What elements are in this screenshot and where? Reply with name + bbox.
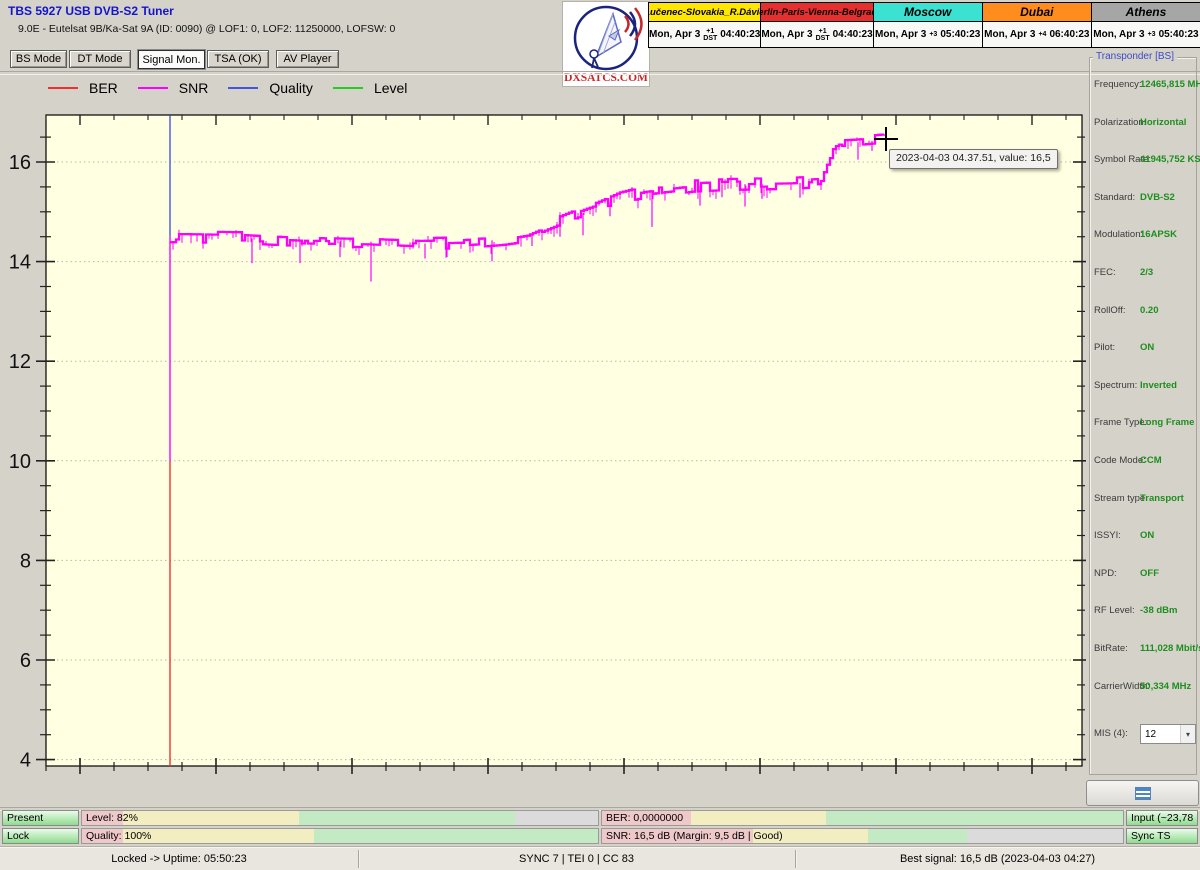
field-label-frequency: Frequency: [1094,79,1142,90]
signal-monitor-chart[interactable]: 4 6 8 10 12 14 16 [0,0,1088,812]
field-value-standard: DVB-S2 [1140,192,1175,203]
svg-text:10: 10 [9,451,31,473]
bar-segment [515,811,598,825]
statusbar-sync-counters: SYNC 7 | TEI 0 | CC 83 [519,853,634,865]
field-label-mis: MIS (4): [1094,728,1128,739]
field-value-npd: OFF [1140,568,1159,579]
svg-text:4: 4 [20,750,31,772]
field-label-spectrum: Spectrum: [1094,380,1138,391]
input-indicator: Input (~23,78 Mbps) [1126,810,1198,826]
status-row-1: Present Level: 82% BER: 0,0000000 Input … [0,810,1200,826]
snr-bar: SNR: 16,5 dB (Margin: 9,5 dB | Good) [601,828,1124,844]
bar-segment [867,829,967,843]
sync-ts-indicator: Sync TS [1126,828,1198,844]
transponder-groupbox-title: Transponder [BS] [1093,51,1178,62]
field-label-npd: NPD: [1094,568,1117,579]
field-value-frame-type: Long Frame [1140,417,1195,428]
status-row-2: Lock Quality: 100% SNR: 16,5 dB (Margin:… [0,828,1200,844]
field-value-fec: 2/3 [1140,267,1154,278]
field-value-spectrum: Inverted [1140,380,1177,391]
stream-list-button[interactable] [1086,780,1199,806]
field-label-bitrate: BitRate: [1094,643,1128,654]
svg-text:12: 12 [9,351,31,373]
statusbar: Locked -> Uptime: 05:50:23 SYNC 7 | TEI … [0,846,1200,870]
field-value-bitrate: 111,028 Mbit/s [1140,643,1200,654]
field-label-fec: FEC: [1094,267,1116,278]
bar-segment [123,811,299,825]
field-label-polarization: Polarization: [1094,117,1147,128]
chart-tooltip: 2023-04-03 04.37.51, value: 16,5 [889,149,1058,169]
svg-text:14: 14 [9,252,31,274]
field-label-standard: Standard: [1094,192,1136,203]
svg-text:16: 16 [9,152,31,174]
mis-dropdown[interactable]: 12 ▾ [1140,724,1196,744]
field-label-rolloff: RollOff: [1094,305,1126,316]
field-value-stream-type: Transport [1140,493,1184,504]
level-bar: Level: 82% [81,810,599,826]
field-label-code-mode: Code Mode: [1094,455,1146,466]
field-value-issyi: ON [1140,530,1155,541]
field-value-carrier-width: 50,334 MHz [1140,681,1192,692]
statusbar-best-signal: Best signal: 16,5 dB (2023-04-03 04:27) [899,853,1096,865]
clock-time-athens: Mon, Apr 3 +3 05:40:23 [1090,22,1200,48]
bar-segment [826,811,1123,825]
field-value-modulation: 16APSK [1140,229,1177,240]
field-value-rolloff: 0.20 [1140,305,1159,316]
field-value-code-mode: CCM [1140,455,1162,466]
ber-bar: BER: 0,0000000 [601,810,1124,826]
svg-text:8: 8 [20,550,31,572]
level-bar-label: Level: 82% [86,812,138,824]
bar-segment [314,829,598,843]
statusbar-uptime: Locked -> Uptime: 05:50:23 [111,853,247,865]
present-indicator: Present [2,810,79,826]
timezone-offset: +3 [1147,31,1156,38]
snr-bar-label: SNR: 16,5 dB (Margin: 9,5 dB | Good) [606,830,783,842]
field-label-issyi: ISSYI: [1094,530,1121,541]
app-window: TBS 5927 USB DVB-S2 Tuner 9.0E - Eutelsa… [0,0,1200,870]
field-label-pilot: Pilot: [1094,342,1116,353]
quality-bar-label: Quality: 100% [86,830,152,842]
clock-city-athens: Athens [1090,2,1200,22]
field-value-symbol-rate: 41945,752 KS/s [1140,154,1200,165]
bar-segment [123,829,315,843]
svg-text:6: 6 [20,650,31,672]
bar-segment [966,829,1123,843]
field-value-frequency: 12465,815 MHz [1140,79,1200,90]
field-value-rf-level: -38 dBm [1140,605,1178,616]
clock-value: 05:40:23 [1158,29,1199,40]
quality-bar: Quality: 100% [81,828,599,844]
bar-segment [298,811,516,825]
ber-bar-label: BER: 0,0000000 [606,812,684,824]
lock-indicator: Lock [2,828,79,844]
bar-segment [690,811,827,825]
field-value-pilot: ON [1140,342,1155,353]
field-label-modulation: Modulation: [1094,229,1144,240]
field-label-rf-level: RF Level: [1094,605,1135,616]
chevron-down-icon: ▾ [1180,725,1195,743]
clock-date: Mon, Apr 3 [1093,29,1145,40]
list-icon [1134,786,1151,800]
mis-selected-value: 12 [1145,728,1157,740]
field-value-polarization: Horizontal [1140,117,1187,128]
